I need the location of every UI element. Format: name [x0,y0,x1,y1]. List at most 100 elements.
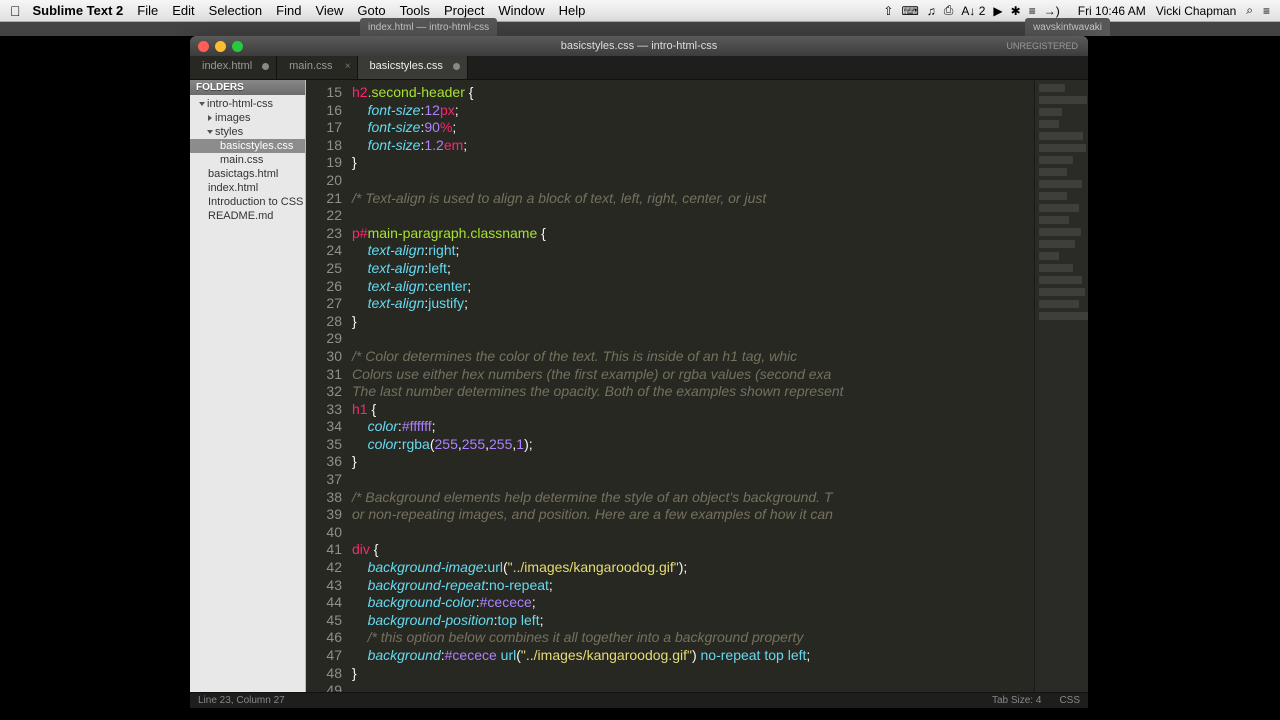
menubar-status-icon[interactable]: ▶ [993,4,1002,18]
titlebar[interactable]: basicstyles.css — intro-html-css UNREGIS… [190,36,1088,56]
menubar-status-icon[interactable]: ⎙ [944,3,954,18]
code-line[interactable]: background-color:#cecece; [352,594,1034,612]
code-line[interactable]: The last number determines the opacity. … [352,383,1034,401]
code-line[interactable]: } [352,154,1034,172]
sidebar-file[interactable]: basictags.html [190,167,305,181]
zoom-icon[interactable] [232,41,243,52]
code-area[interactable]: h2.second-header { font-size:12px; font-… [350,80,1034,692]
disclosure-icon[interactable] [208,115,212,121]
code-line[interactable]: background-repeat:no-repeat; [352,577,1034,595]
status-language[interactable]: CSS [1059,695,1080,706]
code-line[interactable]: text-align:right; [352,242,1034,260]
editor-tab[interactable]: basicstyles.css [358,56,468,79]
sidebar-folder[interactable]: styles [190,125,305,139]
menubar-status-icon[interactable]: ✱ [1011,4,1021,18]
code-line[interactable]: font-size:12px; [352,102,1034,120]
menubar-status-icon[interactable]: ♫ [927,4,936,18]
code-line[interactable]: font-size:90%; [352,119,1034,137]
status-cursor: Line 23, Column 27 [198,695,285,706]
menu-edit[interactable]: Edit [172,3,194,18]
line-gutter: 1516171819202122232425262728293031323334… [306,80,350,692]
code-line[interactable]: h1 { [352,401,1034,419]
code-line[interactable]: background-position:top left; [352,612,1034,630]
minimap[interactable] [1034,80,1088,692]
sidebar-header: FOLDERS [190,80,305,95]
sidebar-item-label: basicstyles.css [220,140,293,152]
code-line[interactable] [352,207,1034,225]
code-line[interactable]: } [352,665,1034,683]
menubar-status-icon[interactable]: ⇧ [883,4,893,18]
minimize-icon[interactable] [215,41,226,52]
sidebar[interactable]: FOLDERS intro-html-cssimagesstylesbasics… [190,80,306,692]
code-line[interactable]: h2.second-header { [352,84,1034,102]
code-line[interactable]: color:rgba(255,255,255,1); [352,436,1034,454]
menubar-status-icon[interactable]: ⌨ [901,4,918,18]
tab-label: basicstyles.css [370,60,443,72]
code-line[interactable]: } [352,313,1034,331]
apple-menu-icon[interactable]:  [10,3,21,19]
code-line[interactable] [352,172,1034,190]
code-line[interactable]: p#main-paragraph.classname { [352,225,1034,243]
tab-close-icon[interactable]: × [345,61,351,72]
disclosure-icon[interactable] [207,130,213,134]
menu-project[interactable]: Project [444,3,484,18]
sidebar-file[interactable]: README.md [190,209,305,223]
status-tabsize[interactable]: Tab Size: 4 [992,695,1041,706]
menu-help[interactable]: Help [559,3,586,18]
menubar-status-icon[interactable]: →) [1044,4,1060,18]
menu-find[interactable]: Find [276,3,301,18]
code-line[interactable]: /* Color determines the color of the tex… [352,348,1034,366]
menubar-user[interactable]: Vicki Chapman [1156,4,1236,18]
code-line[interactable]: div { [352,541,1034,559]
code-line[interactable]: background-image:url("../images/kangaroo… [352,559,1034,577]
background-browser-tabstrip: index.html — intro-html-css wavskintwava… [0,22,1280,36]
code-line[interactable] [352,330,1034,348]
code-line[interactable]: /* Background elements help determine th… [352,489,1034,507]
sidebar-folder[interactable]: images [190,111,305,125]
code-line[interactable]: color:#ffffff; [352,418,1034,436]
code-line[interactable]: /* this option below combines it all tog… [352,629,1034,647]
code-line[interactable]: background:#cecece url("../images/kangar… [352,647,1034,665]
menu-view[interactable]: View [315,3,343,18]
menubar-status-icon[interactable]: A↓ 2 [961,4,985,18]
menu-selection[interactable]: Selection [209,3,262,18]
sidebar-item-label: Introduction to CSS & H [208,196,306,208]
menu-tools[interactable]: Tools [400,3,430,18]
sidebar-file[interactable]: Introduction to CSS & H [190,195,305,209]
sublime-window: basicstyles.css — intro-html-css UNREGIS… [190,36,1088,708]
sidebar-file[interactable]: basicstyles.css [190,139,305,153]
spotlight-icon[interactable]: ⌕ [1246,3,1253,18]
menu-file[interactable]: File [137,3,158,18]
sidebar-file[interactable]: index.html [190,181,305,195]
editor-tab[interactable]: index.html [190,56,277,79]
code-editor[interactable]: 1516171819202122232425262728293031323334… [306,80,1088,692]
code-line[interactable]: } [352,453,1034,471]
code-line[interactable]: text-align:center; [352,278,1034,296]
sidebar-folder[interactable]: intro-html-css [190,97,305,111]
close-icon[interactable] [198,41,209,52]
app-name[interactable]: Sublime Text 2 [33,3,124,18]
menu-goto[interactable]: Goto [357,3,385,18]
code-line[interactable]: text-align:justify; [352,295,1034,313]
code-line[interactable] [352,471,1034,489]
menubar-status-area: ⇧ ⌨ ♫ ⎙ A↓ 2 ▶ ✱ ≡ →) Fri 10:46 AM Vicki Chapman… [883,3,1270,18]
code-line[interactable] [352,682,1034,692]
code-line[interactable]: Colors use either hex numbers (the first… [352,366,1034,384]
sidebar-file[interactable]: main.css [190,153,305,167]
sidebar-item-label: intro-html-css [207,98,273,110]
code-line[interactable]: text-align:left; [352,260,1034,278]
menu-icon[interactable]: ≡ [1263,4,1270,18]
code-line[interactable]: font-size:1.2em; [352,137,1034,155]
menu-window[interactable]: Window [498,3,544,18]
menubar-clock[interactable]: Fri 10:46 AM [1078,4,1146,18]
sidebar-item-label: index.html [208,182,258,194]
editor-tab[interactable]: main.css× [277,56,357,79]
editor-tabbar: index.html main.css× basicstyles.css [190,56,1088,80]
menubar-status-icon[interactable]: ≡ [1029,4,1036,18]
code-line[interactable]: /* Text-align is used to align a block o… [352,190,1034,208]
code-line[interactable]: or non-repeating images, and position. H… [352,506,1034,524]
tab-label: index.html [202,60,252,72]
sidebar-item-label: README.md [208,210,273,222]
code-line[interactable] [352,524,1034,542]
disclosure-icon[interactable] [199,102,205,106]
